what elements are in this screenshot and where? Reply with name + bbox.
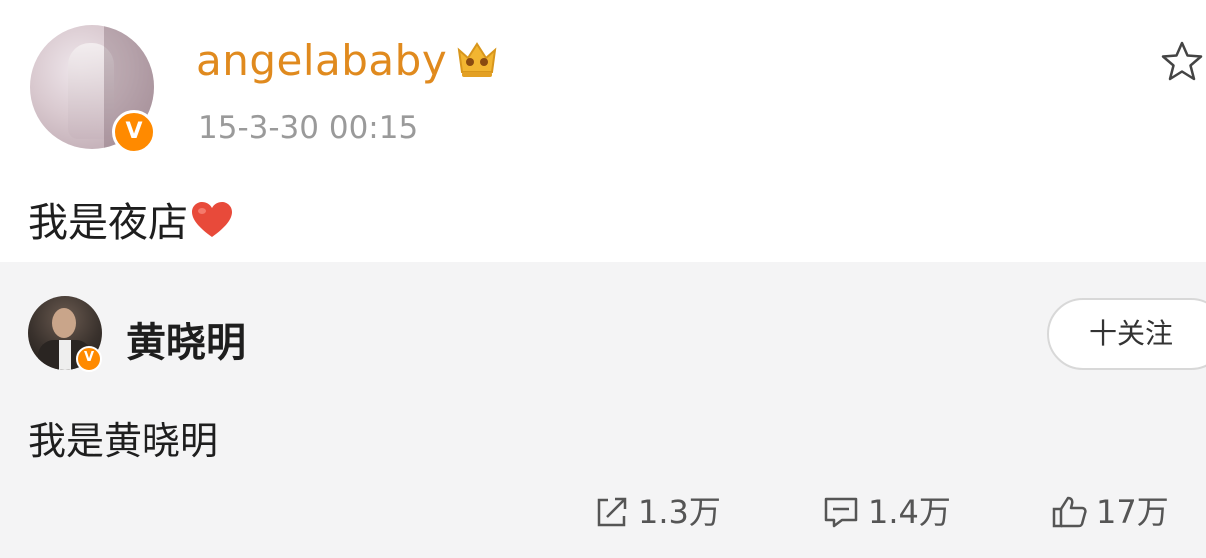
original-post: V angelababy 15-3-30 00:15 我是夜店: [0, 0, 1206, 262]
reposter-username[interactable]: 黄晓明: [126, 310, 246, 368]
comment-count: 1.4万: [868, 493, 951, 531]
repost-text: 我是黄晓明: [28, 419, 219, 463]
share-count: 1.3万: [638, 493, 721, 531]
crown-icon: [457, 42, 497, 77]
like-count: 17万: [1096, 493, 1169, 531]
post-text-content: 我是夜店: [28, 200, 188, 246]
reposter-verified-badge: V: [76, 346, 102, 372]
share-action[interactable]: 1.3万: [594, 490, 721, 534]
poster-username[interactable]: angelababy: [196, 36, 447, 85]
comment-icon: [824, 497, 858, 528]
follow-button[interactable]: 十关注: [1047, 298, 1206, 370]
heart-icon: [192, 202, 232, 237]
like-icon: [1052, 496, 1087, 528]
verified-badge: V: [112, 110, 156, 154]
post-timestamp: 15-3-30 00:15: [198, 110, 419, 146]
avatar-face: [52, 308, 76, 338]
post-text: 我是夜店: [28, 190, 234, 248]
avatar-shirt: [59, 340, 71, 370]
star-icon[interactable]: [1158, 38, 1206, 86]
comment-action[interactable]: 1.4万: [822, 490, 951, 534]
like-action[interactable]: 17万: [1050, 490, 1169, 534]
share-icon: [597, 497, 627, 527]
